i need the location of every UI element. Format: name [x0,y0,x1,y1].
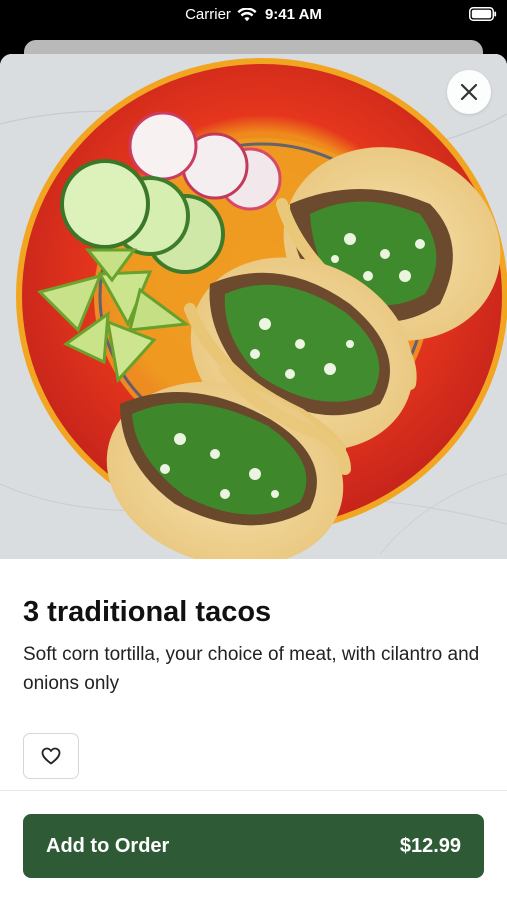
status-bar: Carrier 9:41 AM [0,0,507,34]
status-center: Carrier 9:41 AM [0,6,507,23]
item-info: 3 traditional tacos Soft corn tortilla, … [23,594,484,698]
item-price: $12.99 [399,834,461,857]
phone-screen: Carrier 9:41 AM 3 traditional tacos Soft… [0,0,507,900]
heart-icon [41,747,61,765]
carrier-label: Carrier [185,6,231,23]
wifi-icon [237,7,257,21]
item-image [0,54,507,559]
favorite-button[interactable] [23,733,79,779]
item-title: 3 traditional tacos [23,596,272,628]
item-description: Soft corn tortilla, your choice of meat,… [23,644,480,694]
battery-icon [469,7,497,21]
footer-divider [0,790,507,791]
tacos-photo [0,54,507,559]
item-detail-sheet: 3 traditional tacos Soft corn tortilla, … [0,54,507,900]
add-to-order-label: Add to Order [46,834,170,857]
add-to-order-button[interactable]: Add to Order $12.99 [23,814,484,878]
clock-time: 9:41 AM [264,6,322,23]
close-icon [460,83,478,101]
close-button[interactable] [447,70,491,114]
